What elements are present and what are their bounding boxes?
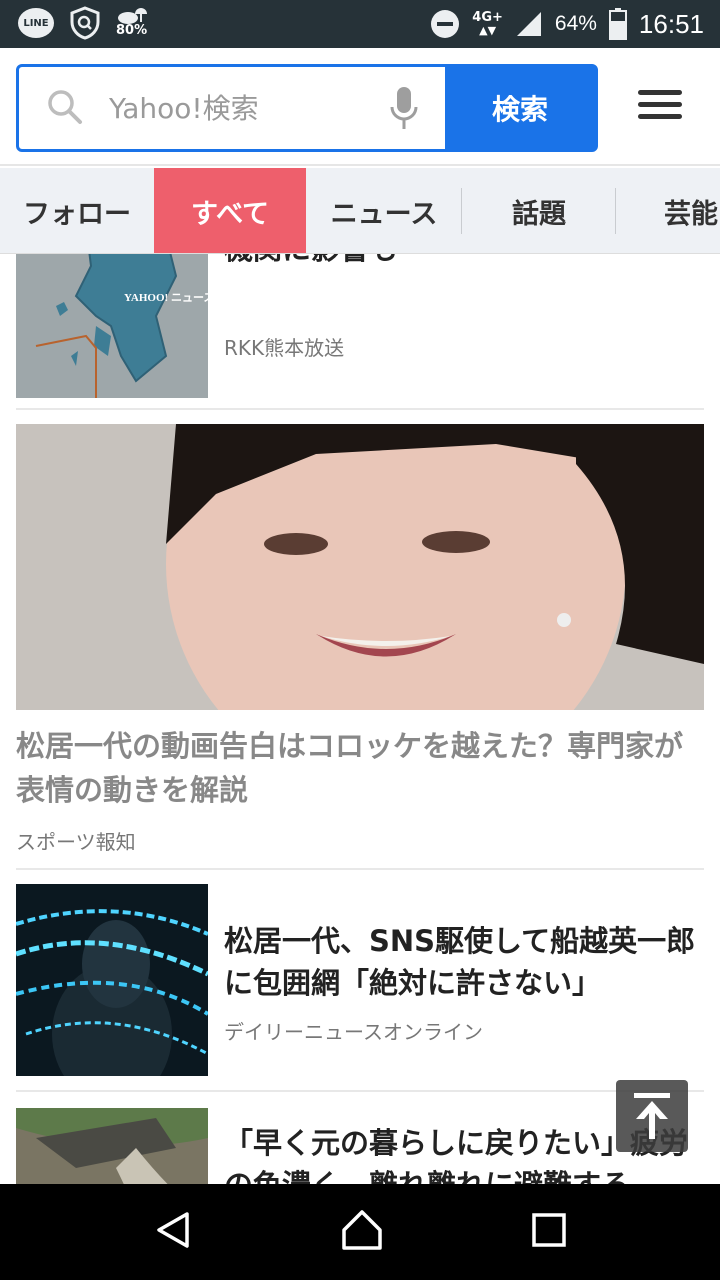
weather-indicator: 80% (116, 8, 147, 38)
do-not-disturb-icon (430, 9, 460, 39)
light-streak-thumbnail (16, 884, 208, 1076)
search-input[interactable] (109, 67, 389, 149)
menu-bar-2 (638, 102, 682, 107)
scroll-to-top-button[interactable] (616, 1080, 688, 1152)
item-title[interactable]: 松居一代の動画告白はコロッケを越えた？専門家が表情の動きを解説 (16, 724, 704, 812)
battery-icon (608, 8, 627, 40)
tab-topics[interactable]: 話題 (462, 168, 616, 253)
data-arrows-icon: ▲▼ (479, 24, 497, 37)
line-app-icon: LINE (18, 8, 54, 38)
search-header: 検索 (0, 48, 720, 166)
hamburger-menu-icon[interactable] (638, 90, 682, 126)
item-source: スポーツ報知 (16, 830, 136, 854)
category-tabs: フォロー すべて ニュース 話題 芸能 (0, 168, 720, 254)
news-feed: YAHOO! ニュース 大雨への警戒続く、川の増水や交通機関に影響も RKK熊本… (0, 254, 720, 1184)
tab-entertainment[interactable]: 芸能 (616, 168, 720, 253)
list-item[interactable]: 松居一代、SNS駆使して船越英一郎に包囲網「絶対に許さない」 デイリーニュースオ… (16, 884, 704, 1092)
weather-percent: 80% (116, 23, 148, 38)
item-source: RKK熊本放送 (224, 336, 345, 360)
item-title[interactable]: 松居一代、SNS駆使して船越英一郎に包囲網「絶対に許さない」 (224, 920, 704, 1004)
menu-bar-1 (638, 90, 682, 95)
microphone-icon[interactable] (389, 87, 419, 135)
android-nav-bar (0, 1184, 720, 1280)
home-icon[interactable] (340, 1208, 384, 1256)
network-label: 4G+ (472, 10, 503, 25)
shield-search-icon (68, 6, 102, 40)
battery-percent: 64% (554, 12, 597, 35)
menu-bar-3 (638, 114, 682, 119)
cloud-umbrella-icon (117, 8, 147, 24)
search-icon (47, 89, 83, 129)
network-type: 4G+ ▲▼ (472, 11, 503, 37)
flood-scene-thumbnail (16, 1108, 208, 1184)
signal-icon (515, 10, 543, 38)
divider (16, 868, 704, 870)
map-watermark: YAHOO! ニュース (124, 292, 208, 304)
clock: 16:51 (638, 8, 704, 39)
list-item[interactable]: 「早く元の暮らしに戻りたい」疲労の色濃く 離れ離れに避難する (16, 1108, 704, 1184)
back-icon[interactable] (153, 1210, 193, 1254)
tab-follow[interactable]: フォロー (0, 168, 154, 253)
arrow-up-icon (634, 1093, 670, 1139)
search-button[interactable]: 検索 (445, 67, 595, 149)
tab-news[interactable]: ニュース (306, 168, 462, 253)
status-bar: LINE 80% 4G+ ▲▼ 64% 16:51 (0, 0, 720, 48)
list-item[interactable]: YAHOO! ニュース 大雨への警戒続く、川の増水や交通機関に影響も RKK熊本… (16, 254, 704, 410)
item-source: デイリーニュースオンライン (224, 1020, 483, 1044)
kyushu-map-thumbnail: YAHOO! ニュース (16, 254, 208, 398)
portrait-photo[interactable] (16, 424, 704, 710)
search-box: 検索 (16, 64, 598, 152)
item-title[interactable]: 大雨への警戒続く、川の増水や交通機関に影響も (224, 254, 704, 270)
recent-apps-icon[interactable] (531, 1212, 567, 1252)
tab-all[interactable]: すべて (154, 168, 306, 253)
